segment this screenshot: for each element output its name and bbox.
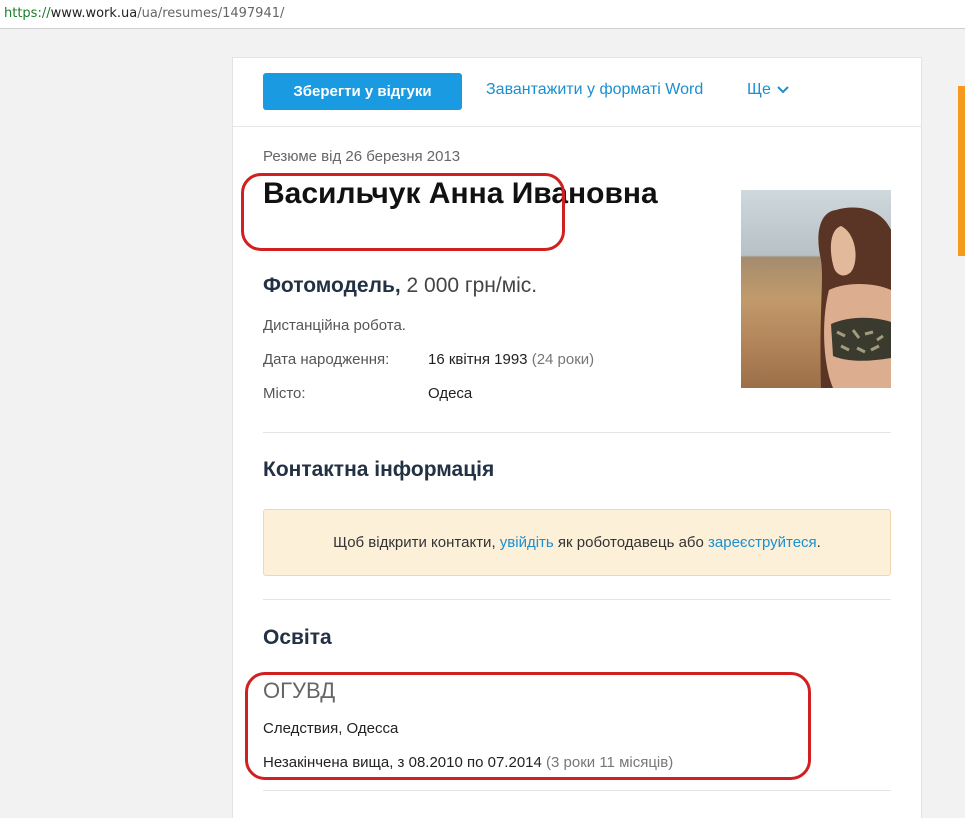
side-accent-strip: [958, 86, 965, 256]
divider: [263, 432, 891, 433]
resume-card: Зберегти у відгуки Завантажити у форматі…: [232, 57, 922, 818]
login-link[interactable]: увійдіть: [500, 534, 554, 551]
resume-toolbar: Зберегти у відгуки Завантажити у форматі…: [233, 58, 921, 127]
url-scheme: https://: [4, 6, 51, 21]
contacts-notice: Щоб відкрити контакти, увійдіть як робот…: [263, 509, 891, 576]
city-label: Місто:: [263, 385, 306, 402]
url-host: www.work.ua: [50, 6, 138, 21]
register-link[interactable]: зареєструйтеся: [708, 534, 817, 551]
divider: [263, 599, 891, 600]
candidate-photo[interactable]: [741, 190, 891, 388]
salary: 2 000 грн/міс.: [406, 274, 538, 297]
age: (24 роки): [531, 351, 595, 368]
address-bar[interactable]: https://www.work.ua/ua/resumes/1497941/: [0, 0, 965, 29]
remote-work: Дистанційна робота.: [263, 317, 406, 334]
city-value: Одеса: [428, 385, 473, 402]
save-to-responses-button[interactable]: Зберегти у відгуки: [263, 73, 462, 110]
more-label: Ще: [747, 81, 771, 98]
birth-value-row: 16 квітня 1993 (24 роки): [428, 351, 594, 368]
notice-suffix: .: [816, 534, 821, 551]
notice-prefix: Щоб відкрити контакти,: [333, 534, 500, 551]
download-word-link[interactable]: Завантажити у форматі Word: [486, 81, 703, 99]
more-menu[interactable]: Ще: [747, 81, 789, 99]
resume-date: Резюме від 26 березня 2013: [263, 148, 461, 165]
photo-figure-icon: [818, 207, 891, 388]
url-path: /ua/resumes/1497941/: [137, 6, 285, 21]
chevron-down-icon: [777, 86, 789, 94]
contacts-title: Контактна інформація: [263, 458, 495, 481]
birth-label: Дата народження:: [263, 351, 390, 368]
notice-middle: як роботодавець або: [553, 534, 709, 551]
name-annotation-circle: [241, 173, 565, 251]
education-annotation-circle: [245, 672, 811, 780]
education-title: Освіта: [263, 626, 332, 649]
position-line: Фотомодель, 2 000 грн/міс.: [263, 274, 537, 298]
birth-date: 16 квітня 1993: [428, 351, 528, 368]
position-title: Фотомодель,: [263, 274, 401, 297]
